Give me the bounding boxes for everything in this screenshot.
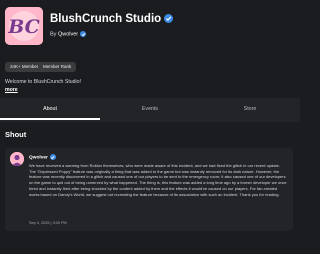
group-logo: BC <box>5 7 43 45</box>
poster-name[interactable]: Qwolver <box>29 154 56 160</box>
group-description: Welcome to BlushCrunch Studio! <box>5 79 82 85</box>
group-byline: By Qwolver <box>50 31 87 37</box>
shout-timestamp: Sep 4, 2025 | 3:00 PM <box>29 221 67 225</box>
shout-card: Qwolver We have received a warning from … <box>5 148 293 231</box>
tab-events[interactable]: Events <box>100 98 200 122</box>
verified-badge-icon <box>164 14 174 24</box>
active-tab-indicator <box>0 118 100 120</box>
shout-body-text: We have received a warning from Roblox t… <box>29 163 287 197</box>
tab-store[interactable]: Store <box>200 98 300 122</box>
poster-verified-icon <box>49 154 56 160</box>
svg-text:BC: BC <box>7 16 40 38</box>
group-title: BlushCrunch Studio <box>50 13 174 25</box>
read-more-link[interactable]: more <box>5 87 18 93</box>
owner-verified-icon <box>80 31 87 37</box>
shout-heading: Shout <box>5 130 27 139</box>
poster-avatar[interactable] <box>10 152 24 166</box>
owner-link[interactable]: Qwolver <box>58 31 78 37</box>
member-rank-badge[interactable]: Member Rank <box>38 62 77 72</box>
